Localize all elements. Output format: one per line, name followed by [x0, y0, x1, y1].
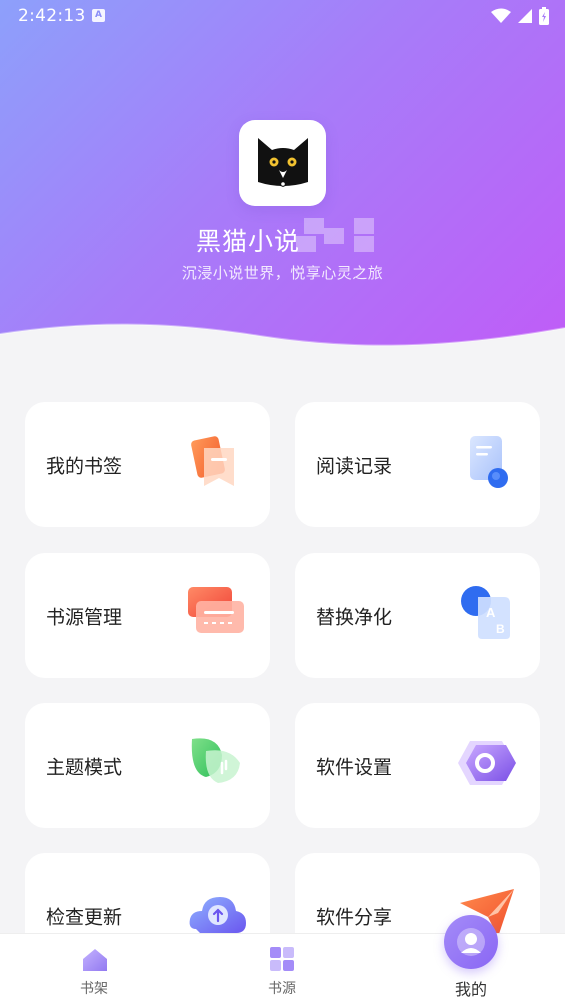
menu-card-label: 主题模式: [46, 756, 123, 778]
settings-icon: [458, 741, 516, 785]
menu-card-label: 我的书签: [46, 455, 123, 477]
black-cat-logo-icon: [257, 138, 308, 187]
book-source-icon: [270, 947, 294, 971]
blurred-overlay: [296, 218, 378, 252]
menu-card-label: 书源管理: [46, 606, 123, 628]
menu-card-label: 软件设置: [316, 756, 393, 778]
header-wave: [0, 323, 565, 360]
menu-card-bookmarks[interactable]: 我的书签: [25, 402, 270, 527]
svg-text:A: A: [486, 605, 496, 620]
wifi-icon: [491, 8, 511, 23]
app-logo: [239, 120, 326, 206]
book-source-manage-icon: [188, 587, 244, 633]
nav-label: 书源: [268, 981, 296, 997]
replace-purify-icon: A B: [461, 586, 510, 639]
menu-card-book-source-manage[interactable]: 书源管理: [25, 553, 270, 678]
status-icons: [491, 6, 549, 26]
menu-card-theme-mode[interactable]: 主题模式: [25, 703, 270, 828]
menu-card-replace-purify[interactable]: 替换净化 A B: [295, 553, 540, 678]
status-bar: 2:42:13 A: [0, 0, 565, 32]
menu-card-label: 软件分享: [316, 906, 393, 928]
battery-icon: [539, 7, 549, 25]
nav-label: 我的: [454, 980, 487, 999]
nav-item-bookshelf[interactable]: 书架: [44, 934, 144, 1004]
app-name: 黑猫小说: [196, 227, 301, 256]
signal-icon: [518, 9, 532, 23]
bookshelf-icon: [83, 949, 107, 971]
nav-label: 书架: [80, 981, 108, 997]
menu-card-label: 阅读记录: [316, 455, 393, 477]
bookmark-icon: [191, 436, 234, 486]
status-indicator: A: [92, 9, 105, 22]
menu-card-label: 检查更新: [46, 906, 123, 928]
nav-item-book-source[interactable]: 书源: [232, 934, 332, 1004]
svg-text:B: B: [496, 622, 505, 636]
menu-card-reading-history[interactable]: 阅读记录: [295, 402, 540, 527]
menu-card-label: 替换净化: [316, 606, 393, 628]
theme-mode-icon: [191, 738, 240, 783]
status-time: 2:42:13: [18, 6, 86, 26]
app-slogan: 沉浸小说世界，悦享心灵之旅: [181, 264, 384, 282]
menu-card-settings[interactable]: 软件设置: [295, 703, 540, 828]
nav-active-profile-button[interactable]: [444, 915, 498, 969]
reading-history-icon: [470, 436, 508, 488]
profile-icon: [457, 928, 485, 956]
